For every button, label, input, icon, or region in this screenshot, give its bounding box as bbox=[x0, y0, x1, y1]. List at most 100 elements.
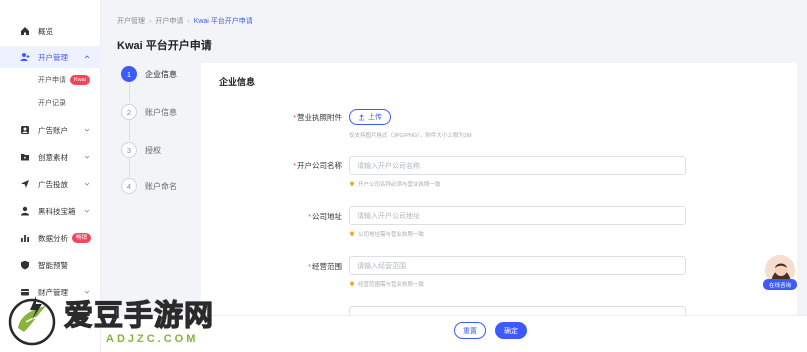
bar-chart-icon bbox=[20, 233, 30, 243]
business-scope-placeholder: 请输入经营范围 bbox=[357, 262, 406, 270]
nav-item-label: 智能预警 bbox=[38, 260, 68, 270]
breadcrumb-separator: › bbox=[187, 18, 190, 25]
business-scope-hint-text: 经营范围需与营业执照一致 bbox=[358, 282, 425, 288]
company-name-placeholder: 请输入开户公司名称 bbox=[357, 162, 420, 170]
next-field-input[interactable] bbox=[349, 306, 686, 315]
watermark-logo: 爱豆手游网 ADJZC.COM bbox=[0, 288, 250, 352]
section-title: 企业信息 bbox=[219, 77, 256, 87]
business-scope-input[interactable]: 请输入经营范围 bbox=[349, 256, 686, 275]
sub-item-account-records[interactable]: 开户记录 bbox=[0, 93, 101, 113]
step-number: 2 bbox=[121, 104, 137, 120]
watermark-domain: ADJZC.COM bbox=[106, 333, 199, 345]
step-connector bbox=[129, 82, 130, 103]
upload-button-label: 上传 bbox=[368, 114, 382, 121]
business-scope-label-text: 经营范围 bbox=[312, 262, 342, 271]
nav-item-smart-alert[interactable]: 智能预警 bbox=[0, 254, 101, 276]
hot-badge: 畅销 bbox=[72, 233, 92, 243]
nav-item-label: 开户管理 bbox=[38, 52, 68, 62]
step-account-info[interactable]: 2 账户信息 bbox=[121, 103, 177, 121]
company-name-hint-text: 开户公司名称必须与营业执照一致 bbox=[358, 182, 441, 188]
company-name-hint: 开户公司名称必须与营业执照一致 bbox=[349, 180, 441, 188]
breadcrumb-item[interactable]: 开户申请 bbox=[155, 18, 183, 25]
license-hint-text: 仅支持图片格式（JPG/PNG），附件大小上限为2M bbox=[349, 133, 472, 139]
kwai-badge: Kwai bbox=[70, 75, 90, 85]
company-name-label-text: 开户公司名称 bbox=[297, 161, 342, 170]
upload-button[interactable]: 上传 bbox=[349, 109, 391, 125]
upload-icon bbox=[358, 113, 365, 121]
user-add-icon bbox=[20, 52, 30, 62]
chevron-up-icon bbox=[83, 53, 91, 61]
account-icon bbox=[20, 125, 30, 135]
step-label: 账户命名 bbox=[145, 181, 177, 191]
sub-item-label: 开户申请 bbox=[38, 77, 66, 84]
required-mark: * bbox=[293, 113, 296, 122]
step-number: 4 bbox=[121, 178, 137, 194]
nav-item-overview[interactable]: 概览 bbox=[0, 20, 101, 42]
watermark-name: 爱豆手游网 bbox=[63, 297, 215, 332]
company-address-label: *公司地址 bbox=[308, 211, 342, 222]
required-mark: * bbox=[293, 161, 296, 170]
sub-item-label: 开户记录 bbox=[38, 100, 66, 107]
step-authorization[interactable]: 3 授权 bbox=[121, 141, 161, 159]
chevron-down-icon bbox=[83, 207, 91, 215]
step-connector bbox=[129, 158, 130, 177]
reset-button[interactable]: 重置 bbox=[454, 322, 486, 339]
nav-item-label: 概览 bbox=[38, 26, 53, 36]
shield-icon bbox=[20, 260, 30, 270]
tip-icon bbox=[349, 281, 355, 287]
tip-icon bbox=[349, 231, 355, 237]
tip-icon bbox=[349, 181, 355, 187]
required-mark: * bbox=[308, 262, 311, 271]
step-number: 1 bbox=[121, 66, 137, 82]
step-label: 账户信息 bbox=[145, 107, 177, 117]
company-name-label: *开户公司名称 bbox=[293, 160, 342, 171]
step-number: 3 bbox=[121, 142, 137, 158]
nav-item-label: 创意素材 bbox=[38, 152, 68, 162]
nav-item-ad-accounts[interactable]: 广告账户 bbox=[0, 119, 101, 141]
form-card: 企业信息 *营业执照附件 上传 仅支持图片格式（JPG/PNG），附件大小上限为… bbox=[201, 63, 797, 315]
company-address-input[interactable]: 请输入开户公司地址 bbox=[349, 206, 686, 225]
company-address-label-text: 公司地址 bbox=[312, 212, 342, 221]
chevron-down-icon bbox=[83, 126, 91, 134]
company-address-placeholder: 请输入开户公司地址 bbox=[357, 212, 420, 220]
step-connector bbox=[129, 120, 130, 141]
step-label: 授权 bbox=[145, 145, 161, 155]
page-title: Kwai 平台开户申请 bbox=[117, 40, 212, 52]
online-consult-label: 在线咨询 bbox=[763, 279, 797, 290]
breadcrumb-item[interactable]: 开户管理 bbox=[117, 18, 145, 25]
company-address-hint: 公司地址需与营业执照一致 bbox=[349, 230, 424, 238]
nav-item-ad-delivery[interactable]: 广告投放 bbox=[0, 173, 101, 195]
required-mark: * bbox=[308, 212, 311, 221]
breadcrumb-current: Kwai 平台开户申请 bbox=[193, 18, 253, 25]
step-company-info[interactable]: 1 企业信息 bbox=[121, 65, 177, 83]
nav-item-label: 黑科技宝箱 bbox=[38, 206, 76, 216]
confirm-button[interactable]: 确定 bbox=[495, 322, 527, 339]
online-consult-widget[interactable]: 在线咨询 bbox=[761, 254, 799, 292]
chevron-down-icon bbox=[83, 180, 91, 188]
company-address-hint-text: 公司地址需与营业执照一致 bbox=[358, 232, 425, 238]
home-icon bbox=[20, 26, 30, 36]
license-label-text: 营业执照附件 bbox=[297, 113, 342, 122]
nav-item-account-management[interactable]: 开户管理 bbox=[0, 46, 101, 68]
breadcrumb-separator: › bbox=[149, 18, 152, 25]
step-label: 企业信息 bbox=[145, 69, 177, 79]
nav-item-creatives[interactable]: 创意素材 bbox=[0, 146, 101, 168]
business-scope-label: *经营范围 bbox=[308, 261, 342, 272]
nav-item-label: 广告投放 bbox=[38, 179, 68, 189]
nav-item-label: 广告账户 bbox=[38, 125, 68, 135]
breadcrumb: 开户管理 › 开户申请 › Kwai 平台开户申请 bbox=[117, 16, 253, 26]
folder-icon bbox=[20, 152, 30, 162]
watermark-emblem-icon bbox=[8, 296, 56, 346]
user-icon bbox=[20, 206, 30, 216]
nav-item-label: 数据分析 bbox=[38, 233, 68, 243]
chevron-down-icon bbox=[83, 153, 91, 161]
company-name-input[interactable]: 请输入开户公司名称 bbox=[349, 156, 686, 175]
license-label: *营业执照附件 bbox=[293, 112, 342, 123]
sub-item-account-apply[interactable]: 开户申请 Kwai bbox=[0, 70, 101, 90]
nav-item-tech-toolbox[interactable]: 黑科技宝箱 bbox=[0, 200, 101, 222]
send-icon bbox=[20, 179, 30, 189]
license-hint: 仅支持图片格式（JPG/PNG），附件大小上限为2M bbox=[349, 131, 472, 139]
step-account-naming[interactable]: 4 账户命名 bbox=[121, 177, 177, 195]
business-scope-hint: 经营范围需与营业执照一致 bbox=[349, 280, 424, 288]
nav-item-data-analysis[interactable]: 数据分析 畅销 bbox=[0, 227, 101, 249]
